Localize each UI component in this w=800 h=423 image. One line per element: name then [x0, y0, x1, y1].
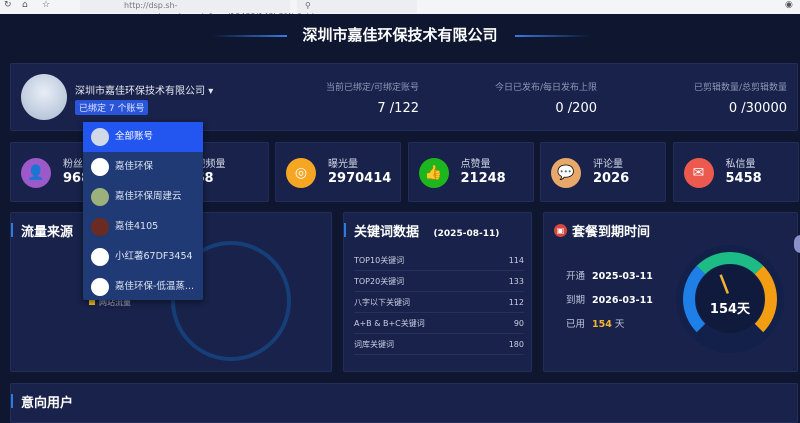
- dropdown-item[interactable]: 嘉佳环保周建云: [83, 182, 203, 212]
- reload-icon[interactable]: ↻: [4, 0, 12, 11]
- gauge-chart: 154天: [676, 245, 784, 353]
- avatar: [21, 74, 67, 120]
- dropdown-item[interactable]: 小红薯67DF3454: [83, 242, 203, 272]
- traffic-title: 流量来源: [21, 225, 74, 240]
- keyword-row: 180 词库关键词: [354, 335, 524, 355]
- company-selector[interactable]: 深圳市嘉佳环保技术有限公司 ▾: [75, 82, 213, 97]
- account-avatar: [91, 128, 109, 146]
- stat-label: 评论量: [593, 159, 623, 170]
- stat-bound: 当前已绑定/可绑定账号 7 /122: [325, 83, 419, 116]
- browser-toolbar: ↻ ⌂ ☆ http://dsp.sh-seo.com/user/report_…: [0, 0, 800, 14]
- account-avatar: [91, 248, 109, 266]
- stat-edited: 已剪辑数量/总剪辑数量 0 /30000: [693, 83, 787, 116]
- address-bar[interactable]: http://dsp.sh-seo.com/user/report_form/1…: [80, 0, 314, 14]
- stat-value: 2026: [593, 171, 630, 186]
- plan-panel: ▣ 套餐到期时间 开通 2025-03-11 到期 2026-03-11 已用 …: [543, 212, 800, 372]
- account-avatar: [91, 218, 109, 236]
- account-avatar: [91, 278, 109, 296]
- star-icon[interactable]: ☆: [42, 0, 50, 11]
- stat-label: 曝光量: [328, 159, 358, 170]
- title-bar: [11, 394, 13, 408]
- stat-published: 今日已发布/每日发布上限 0 /200: [494, 83, 597, 116]
- title-bar: [344, 223, 346, 237]
- stat-label: 点赞量: [460, 159, 491, 170]
- keywords-title: 关键词数据 (2025-08-11): [354, 225, 500, 240]
- comment-icon: 💬: [551, 158, 581, 188]
- keyword-label: A+B & B+C关键词: [354, 319, 425, 328]
- stat-card: ◎ 曝光量 2970414: [275, 142, 401, 202]
- keyword-label: TOP20关键词: [354, 277, 405, 286]
- user-icon: 👤: [21, 158, 51, 188]
- mail-icon: ✉: [683, 158, 714, 188]
- dropdown-item[interactable]: 嘉佳环保: [83, 152, 203, 182]
- keyword-label: 八字以下关键词: [354, 298, 410, 307]
- stat-value: 21248: [460, 171, 506, 186]
- title-decoration: [515, 35, 590, 37]
- stat-card: 👍 点赞量 21248: [407, 142, 534, 202]
- dropdown-item[interactable]: 嘉佳环保-低温蒸...: [83, 272, 203, 302]
- stat-value: 5458: [725, 171, 762, 186]
- keyword-label: TOP10关键词: [354, 256, 405, 265]
- account-dropdown: 全部账号 嘉佳环保 嘉佳环保周建云 嘉佳4105 小红薯67DF3454 嘉佳环保-低温蒸…: [83, 122, 203, 300]
- keyword-label: 词库关键词: [354, 340, 394, 349]
- caret-down-icon: ▾: [208, 86, 214, 97]
- stat-card: ✉ 私信量 5458: [672, 142, 799, 202]
- keyword-row: 133 TOP20关键词: [354, 272, 524, 292]
- account-avatar: [91, 158, 109, 176]
- intent-title: 意向用户: [21, 396, 74, 411]
- keyword-value: 112: [508, 298, 524, 307]
- page-title: 深圳市嘉佳环保技术有限公司: [302, 26, 498, 44]
- stat-label: 私信量: [725, 159, 756, 170]
- search-icon[interactable]: ⚲: [297, 0, 417, 13]
- keyword-value: 180: [508, 340, 524, 349]
- keyword-value: 90: [513, 319, 524, 328]
- keyword-value: 114: [508, 256, 524, 265]
- keyword-value: 133: [508, 277, 524, 286]
- side-handle[interactable]: [794, 235, 800, 253]
- keywords-panel: 关键词数据 (2025-08-11) 114 TOP10关键词 133 TOP20关键…: [343, 212, 532, 372]
- stat-card: 💬 评论量 2026: [540, 142, 666, 202]
- bound-badge: 已绑定 7 个账号: [75, 100, 149, 115]
- keyword-row: 112 八字以下关键词: [354, 293, 524, 313]
- plan-title: 套餐到期时间: [572, 225, 651, 240]
- keyword-row: 114 TOP10关键词: [354, 251, 524, 271]
- plan-dates: 开通 2025-03-11 到期 2026-03-11 已用 154 天: [566, 271, 653, 330]
- keyword-row: 90 A+B & B+C关键词: [354, 314, 524, 334]
- account-avatar: [91, 188, 109, 206]
- extension-icon[interactable]: ◉: [785, 0, 793, 11]
- calendar-icon: ▣: [554, 224, 567, 237]
- dropdown-item[interactable]: 全部账号: [83, 122, 203, 152]
- stat-value: 2970414: [328, 171, 392, 186]
- title-bar: [11, 223, 13, 237]
- thumbs-up-icon: 👍: [418, 158, 449, 188]
- gauge-label: 154天: [710, 302, 751, 317]
- account-header: 深圳市嘉佳环保技术有限公司 ▾ 已绑定 7 个账号 当前已绑定/可绑定账号 7 /…: [10, 63, 798, 131]
- aperture-icon: ◎: [286, 158, 316, 188]
- intent-panel: 意向用户: [10, 383, 798, 423]
- dropdown-item[interactable]: 嘉佳4105: [83, 212, 203, 242]
- home-icon[interactable]: ⌂: [22, 0, 28, 11]
